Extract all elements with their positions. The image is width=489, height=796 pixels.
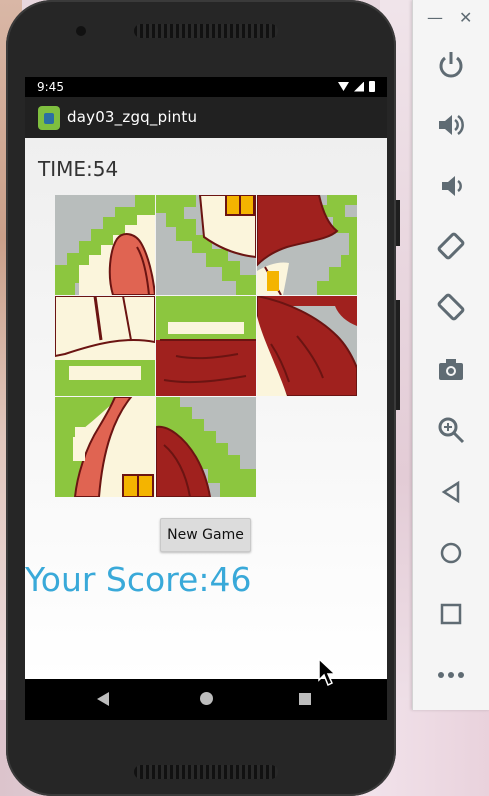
puzzle-tile-8[interactable] <box>156 397 256 497</box>
wifi-icon <box>338 82 349 91</box>
volume-up-icon[interactable] <box>433 107 469 143</box>
status-icons <box>338 81 375 92</box>
nav-home-icon[interactable] <box>200 692 213 705</box>
new-game-button[interactable]: New Game <box>160 518 251 552</box>
emulator-toolbar: — ✕ <box>412 0 489 710</box>
nav-back-icon[interactable] <box>97 692 109 706</box>
phone-side-button-lower <box>396 300 400 410</box>
action-bar: day03_zgq_pintu <box>25 97 387 138</box>
camera-icon[interactable] <box>433 351 469 387</box>
status-bar: 9:45 <box>25 77 387 97</box>
rotate-left-icon[interactable] <box>433 228 469 264</box>
device-screen: 9:45 day03_zgq_pintu TIME:54 New Game Yo… <box>25 77 387 720</box>
signal-icon <box>354 81 364 92</box>
puzzle-tile-5[interactable] <box>156 296 256 396</box>
puzzle-tile-1[interactable] <box>55 195 155 295</box>
phone-side-button <box>396 200 400 246</box>
puzzle-tile-6[interactable] <box>257 296 357 396</box>
bottom-speaker <box>134 765 278 779</box>
app-content: TIME:54 New Game Your Score:46 <box>25 138 387 679</box>
front-camera <box>76 26 86 36</box>
power-icon[interactable] <box>433 46 469 82</box>
minimize-icon[interactable]: — <box>427 8 443 27</box>
app-title: day03_zgq_pintu <box>67 108 198 126</box>
nav-recents-icon[interactable] <box>299 693 311 705</box>
volume-down-icon[interactable] <box>433 168 469 204</box>
more-icon[interactable] <box>433 657 469 693</box>
score-label: Your Score:46 <box>25 560 252 599</box>
android-app-icon <box>38 106 60 130</box>
mouse-cursor-icon <box>318 658 336 687</box>
phone-frame: 9:45 day03_zgq_pintu TIME:54 New Game Yo… <box>6 0 396 796</box>
zoom-icon[interactable] <box>433 412 469 448</box>
puzzle-board <box>55 195 357 497</box>
rotate-right-icon[interactable] <box>433 289 469 325</box>
battery-icon <box>369 81 375 92</box>
timer-label: TIME:54 <box>38 157 119 181</box>
puzzle-tile-3[interactable] <box>257 195 357 295</box>
puzzle-tile-2[interactable] <box>156 195 256 295</box>
status-time: 9:45 <box>37 80 64 94</box>
home-icon[interactable] <box>433 535 469 571</box>
overview-icon[interactable] <box>433 596 469 632</box>
close-icon[interactable]: ✕ <box>459 8 472 27</box>
puzzle-empty-slot[interactable] <box>257 397 357 497</box>
puzzle-tile-7[interactable] <box>55 397 155 497</box>
top-speaker <box>134 24 278 38</box>
puzzle-tile-4[interactable] <box>55 296 155 396</box>
back-icon[interactable] <box>433 474 469 510</box>
